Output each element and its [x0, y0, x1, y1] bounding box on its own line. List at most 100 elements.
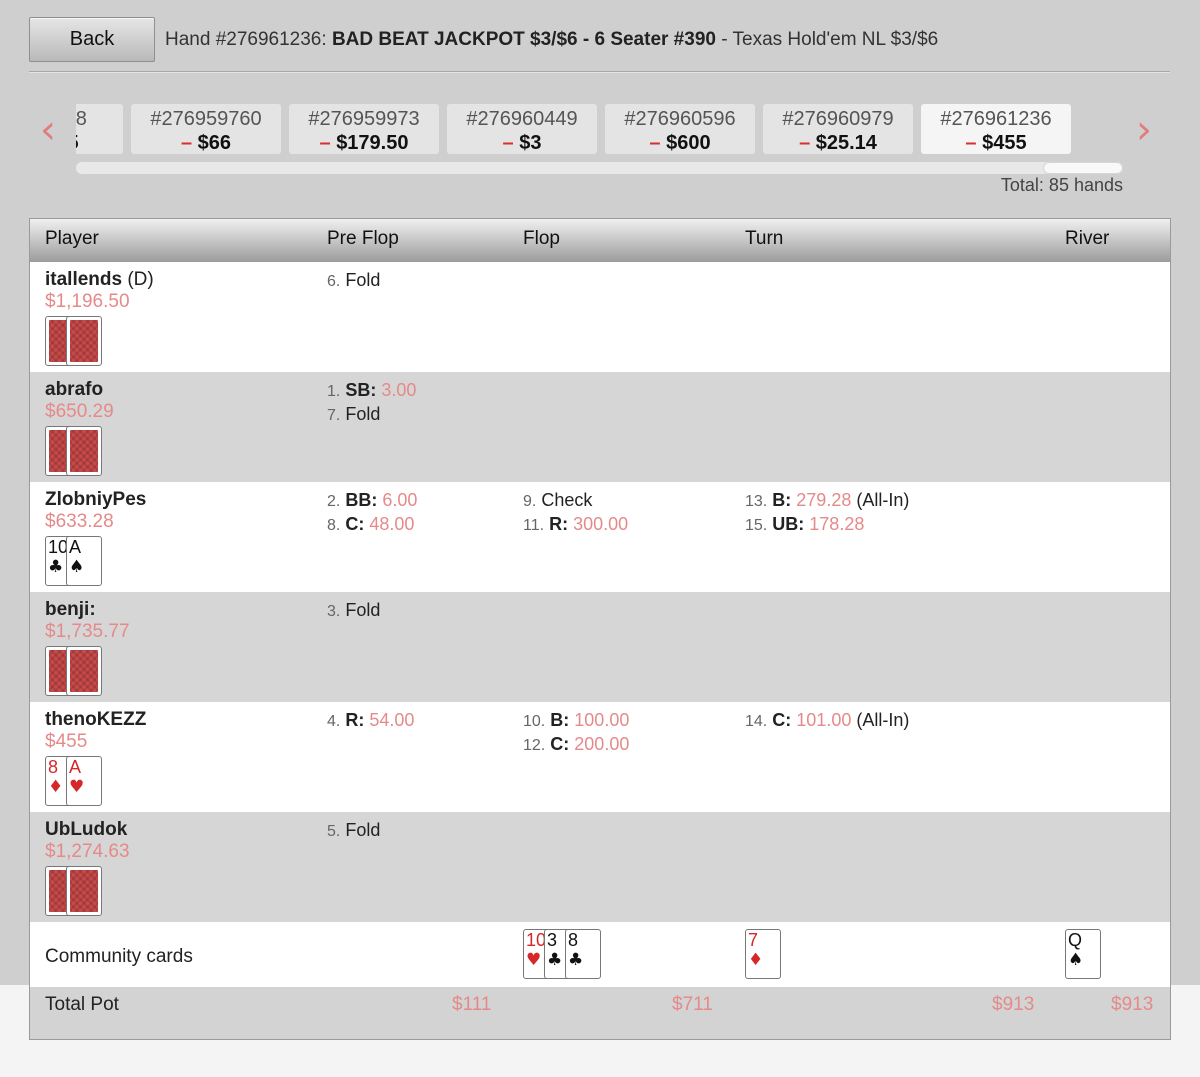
action-text: Fold — [345, 600, 381, 620]
action-item: 3. Fold — [327, 599, 380, 623]
pot-turn: $913 — [992, 994, 1035, 1015]
action-item: 9. Check — [523, 489, 628, 513]
action-item: 6. Fold — [327, 269, 380, 293]
card-rank: Q — [1068, 930, 1083, 950]
action-number: 6. — [327, 273, 341, 290]
action-amount: 200.00 — [574, 734, 630, 754]
action-item: 11. R: 300.00 — [523, 513, 628, 537]
action-item: 15. UB: 178.28 — [745, 513, 909, 537]
hand-tab-minus: – — [799, 132, 811, 154]
action-list: 2. BB: 6.00 8. C: 48.00 — [327, 489, 417, 537]
playing-card: 8 ♣ — [565, 929, 601, 979]
total-hands-count: Total: 85 hands — [1000, 175, 1123, 195]
player-row: ZlobniyPes $633.28 10 ♣ A ♠ 2. BB: 6.00 8. C: 4… — [30, 482, 1170, 592]
card-suit-icon: ♣ — [48, 557, 64, 577]
card-rank: A — [69, 537, 82, 557]
player-name-text: itallends — [45, 269, 123, 290]
player-row: thenoKEZZ $455 8 ♦ A ♥ 4. R: 54.00 10. B: 100.0… — [30, 702, 1170, 812]
action-item: 2. BB: 6.00 — [327, 489, 417, 513]
action-code: B: — [550, 710, 570, 730]
action-number: 4. — [327, 713, 341, 730]
hand-tab-minus: – — [180, 132, 193, 154]
card-rank: 7 — [748, 930, 759, 950]
col-player: Player — [45, 228, 99, 249]
hand-title-table: BAD BEAT JACKPOT $3/$6 - 6 Seater #390 — [331, 29, 716, 50]
hand-tab-result: – $66 — [131, 131, 281, 155]
hands-carousel: 6959228191.75#276959760– $66#276959973– … — [76, 104, 1123, 156]
hand-tab[interactable]: #276960979– $25.14 — [763, 104, 913, 154]
action-item: 1. SB: 3.00 — [327, 379, 416, 403]
player-row: abrafo $650.29 1. SB: 3.00 7. Fold — [30, 372, 1170, 482]
action-number: 7. — [327, 407, 341, 424]
card-rank: 8 — [568, 930, 579, 950]
action-code: SB: — [345, 380, 377, 400]
action-code: B: — [772, 490, 792, 510]
hand-tab-amount: $3 — [519, 132, 542, 154]
action-number: 3. — [327, 603, 341, 620]
card-suit-icon: ♣ — [547, 950, 563, 970]
community-cards-label: Community cards — [45, 946, 193, 967]
hand-tab[interactable]: #276960596– $600 — [605, 104, 755, 154]
hand-tab-id: 6959228 — [76, 108, 87, 130]
hand-tab-id: #276960596 — [624, 108, 736, 130]
prev-hands-arrow-icon[interactable]: ‹ — [40, 110, 56, 150]
action-item: 4. R: 54.00 — [327, 709, 414, 733]
action-code: C: — [772, 710, 792, 730]
action-amount: 101.00 — [796, 710, 852, 730]
action-number: 13. — [745, 493, 768, 510]
card-rank: A — [69, 757, 82, 777]
action-amount: 279.28 — [796, 490, 852, 510]
action-note: (All-In) — [856, 710, 910, 730]
hand-tab-result: – $600 — [605, 131, 755, 155]
player-name: ZlobniyPes — [45, 489, 146, 511]
hand-tab[interactable]: #276961236– $455 — [921, 104, 1071, 154]
action-number: 12. — [523, 737, 546, 754]
action-number: 8. — [327, 517, 341, 534]
playing-card: A ♥ — [66, 756, 102, 806]
action-list: 4. R: 54.00 — [327, 709, 414, 733]
hand-title-prefix: Hand #276961236: — [165, 29, 332, 50]
player-name: benji: — [45, 599, 96, 621]
action-number: 5. — [327, 823, 341, 840]
total-pot-row: Total Pot $111 $711 $913 $913 — [30, 987, 1170, 1039]
hand-tab[interactable]: #276959760– $66 — [131, 104, 281, 154]
action-number: 2. — [327, 493, 341, 510]
player-name-text: benji: — [45, 599, 96, 620]
action-list: 5. Fold — [327, 819, 380, 843]
hand-tab[interactable]: #276960449– $3 — [447, 104, 597, 154]
hands-scrollbar[interactable] — [76, 162, 1123, 174]
card-suit-icon: ♥ — [69, 777, 85, 797]
action-list: 6. Fold — [327, 269, 380, 293]
hand-tab[interactable]: #276959973– $179.50 — [289, 104, 439, 154]
hand-tab-amount: $455 — [982, 132, 1027, 154]
back-button[interactable]: Back — [29, 17, 155, 62]
pot-river: $913 — [1111, 994, 1154, 1015]
action-text: Fold — [345, 820, 381, 840]
hand-tab-minus: – — [502, 132, 514, 154]
player-name: itallends (D) — [45, 269, 154, 291]
player-stack: $1,735.77 — [45, 621, 130, 642]
hands-scrollbar-thumb[interactable] — [1043, 162, 1123, 174]
action-code: C: — [345, 514, 365, 534]
action-item: 7. Fold — [327, 403, 416, 427]
card-suit-icon: ♦ — [748, 950, 764, 970]
action-number: 14. — [745, 713, 768, 730]
player-stack: $1,196.50 — [45, 291, 130, 312]
hand-history-table: Player Pre Flop Flop Turn River itallend… — [29, 218, 1171, 1040]
action-number: 1. — [327, 383, 341, 400]
playing-card: 7 ♦ — [745, 929, 781, 979]
hand-tab[interactable]: 6959228 191.75 — [76, 104, 123, 154]
next-hands-arrow-icon[interactable]: › — [1136, 110, 1152, 150]
col-river: River — [1065, 228, 1110, 249]
card-back — [66, 866, 102, 916]
hand-tab-result: – $3 — [447, 131, 597, 155]
player-stack: $1,274.63 — [45, 841, 130, 862]
player-stack: $650.29 — [45, 401, 114, 422]
action-amount: 300.00 — [573, 514, 629, 534]
action-code: C: — [550, 734, 570, 754]
action-text: Check — [541, 490, 593, 510]
header-divider — [29, 71, 1170, 73]
col-preflop: Pre Flop — [327, 228, 399, 249]
player-name-text: UbLudok — [45, 819, 128, 840]
playing-card: Q ♠ — [1065, 929, 1101, 979]
